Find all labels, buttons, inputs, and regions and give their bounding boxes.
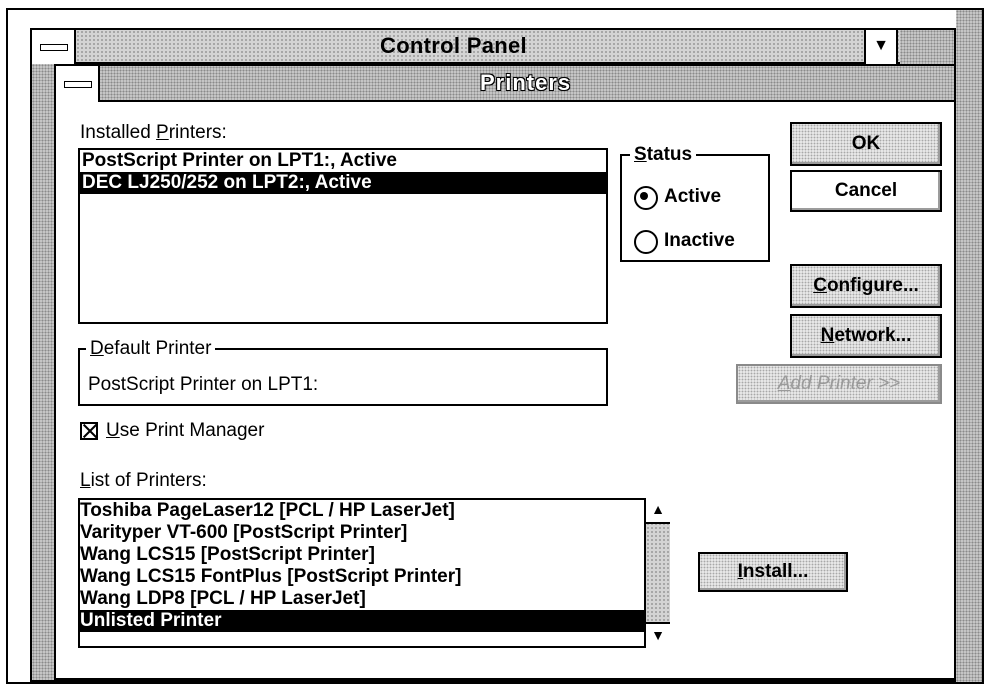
use-print-manager-checkbox[interactable]	[80, 422, 98, 440]
status-label: Status	[630, 144, 697, 166]
desktop-background	[956, 10, 982, 682]
list-item[interactable]: PostScript Printer on LPT1:, Active	[80, 150, 606, 172]
label-part: ist of Printers:	[90, 470, 207, 491]
label-mnemonic: N	[820, 325, 835, 346]
label-mnemonic: P	[156, 122, 169, 143]
label-part: dd Printer >>	[790, 373, 901, 394]
label-part: onfigure...	[826, 275, 919, 296]
printer-list-scrollbar[interactable]: ▲ ▼	[644, 498, 670, 648]
inactive-radio-label[interactable]: Inactive	[664, 230, 735, 252]
list-item-selected[interactable]: Unlisted Printer	[80, 610, 644, 632]
titlebar-hatch	[900, 30, 954, 64]
configure-button[interactable]: Configure...	[790, 264, 942, 308]
label-mnemonic: L	[80, 470, 91, 491]
label-mnemonic: A	[777, 373, 791, 394]
use-print-manager-label[interactable]: Use Print Manager	[106, 420, 264, 442]
list-item-selected[interactable]: DEC LJ250/252 on LPT2:, Active	[80, 172, 606, 194]
minimize-icon[interactable]: ▼	[864, 30, 898, 64]
radio-dot	[640, 192, 648, 200]
label-mnemonic: S	[634, 144, 647, 165]
list-of-printers-label: List of Printers:	[80, 470, 207, 492]
active-radio[interactable]	[634, 186, 658, 210]
label-mnemonic: U	[106, 420, 120, 441]
scroll-up-icon[interactable]: ▲	[646, 498, 670, 524]
scroll-down-icon[interactable]: ▼	[646, 622, 670, 648]
label-mnemonic: D	[90, 338, 104, 359]
label-part: tatus	[646, 144, 693, 165]
label-part: nstall...	[742, 561, 809, 582]
control-panel-system-menu-icon[interactable]	[32, 30, 76, 64]
printers-dialog-title: Printers	[480, 70, 572, 95]
network-button[interactable]: Network...	[790, 314, 942, 358]
printers-system-menu-icon[interactable]	[56, 66, 100, 102]
label-part: etwork...	[834, 325, 912, 346]
ok-button[interactable]: OK	[790, 122, 942, 166]
installed-printers-listbox[interactable]: PostScript Printer on LPT1:, Active DEC …	[78, 148, 608, 324]
label-mnemonic: C	[813, 275, 827, 296]
active-radio-label[interactable]: Active	[664, 186, 721, 208]
list-of-printers-listbox[interactable]: Toshiba PageLaser12 [PCL / HP LaserJet] …	[78, 498, 670, 648]
label-part: Installed	[80, 122, 157, 143]
install-button[interactable]: Install...	[698, 552, 848, 592]
list-item[interactable]: Varityper VT-600 [PostScript Printer]	[80, 522, 668, 544]
control-panel-workspace	[32, 64, 56, 680]
default-printer-label: Default Printer	[86, 338, 216, 360]
list-item[interactable]: Wang LCS15 FontPlus [PostScript Printer]	[80, 566, 668, 588]
installed-printers-label: Installed Printers:	[80, 122, 227, 144]
add-printer-button[interactable]: Add Printer >>	[736, 364, 942, 404]
cancel-button[interactable]: Cancel	[790, 170, 942, 212]
label-part: se Print Manager	[119, 420, 265, 441]
default-printer-value: PostScript Printer on LPT1:	[88, 374, 319, 395]
label-part: rinters:	[168, 122, 227, 143]
control-panel-title: Control Panel	[380, 33, 527, 58]
label-part: efault Printer	[103, 338, 212, 359]
list-item[interactable]: Wang LDP8 [PCL / HP LaserJet]	[80, 588, 668, 610]
inactive-radio[interactable]	[634, 230, 658, 254]
list-item[interactable]: Wang LCS15 [PostScript Printer]	[80, 544, 668, 566]
list-item[interactable]: Toshiba PageLaser12 [PCL / HP LaserJet]	[80, 500, 668, 522]
